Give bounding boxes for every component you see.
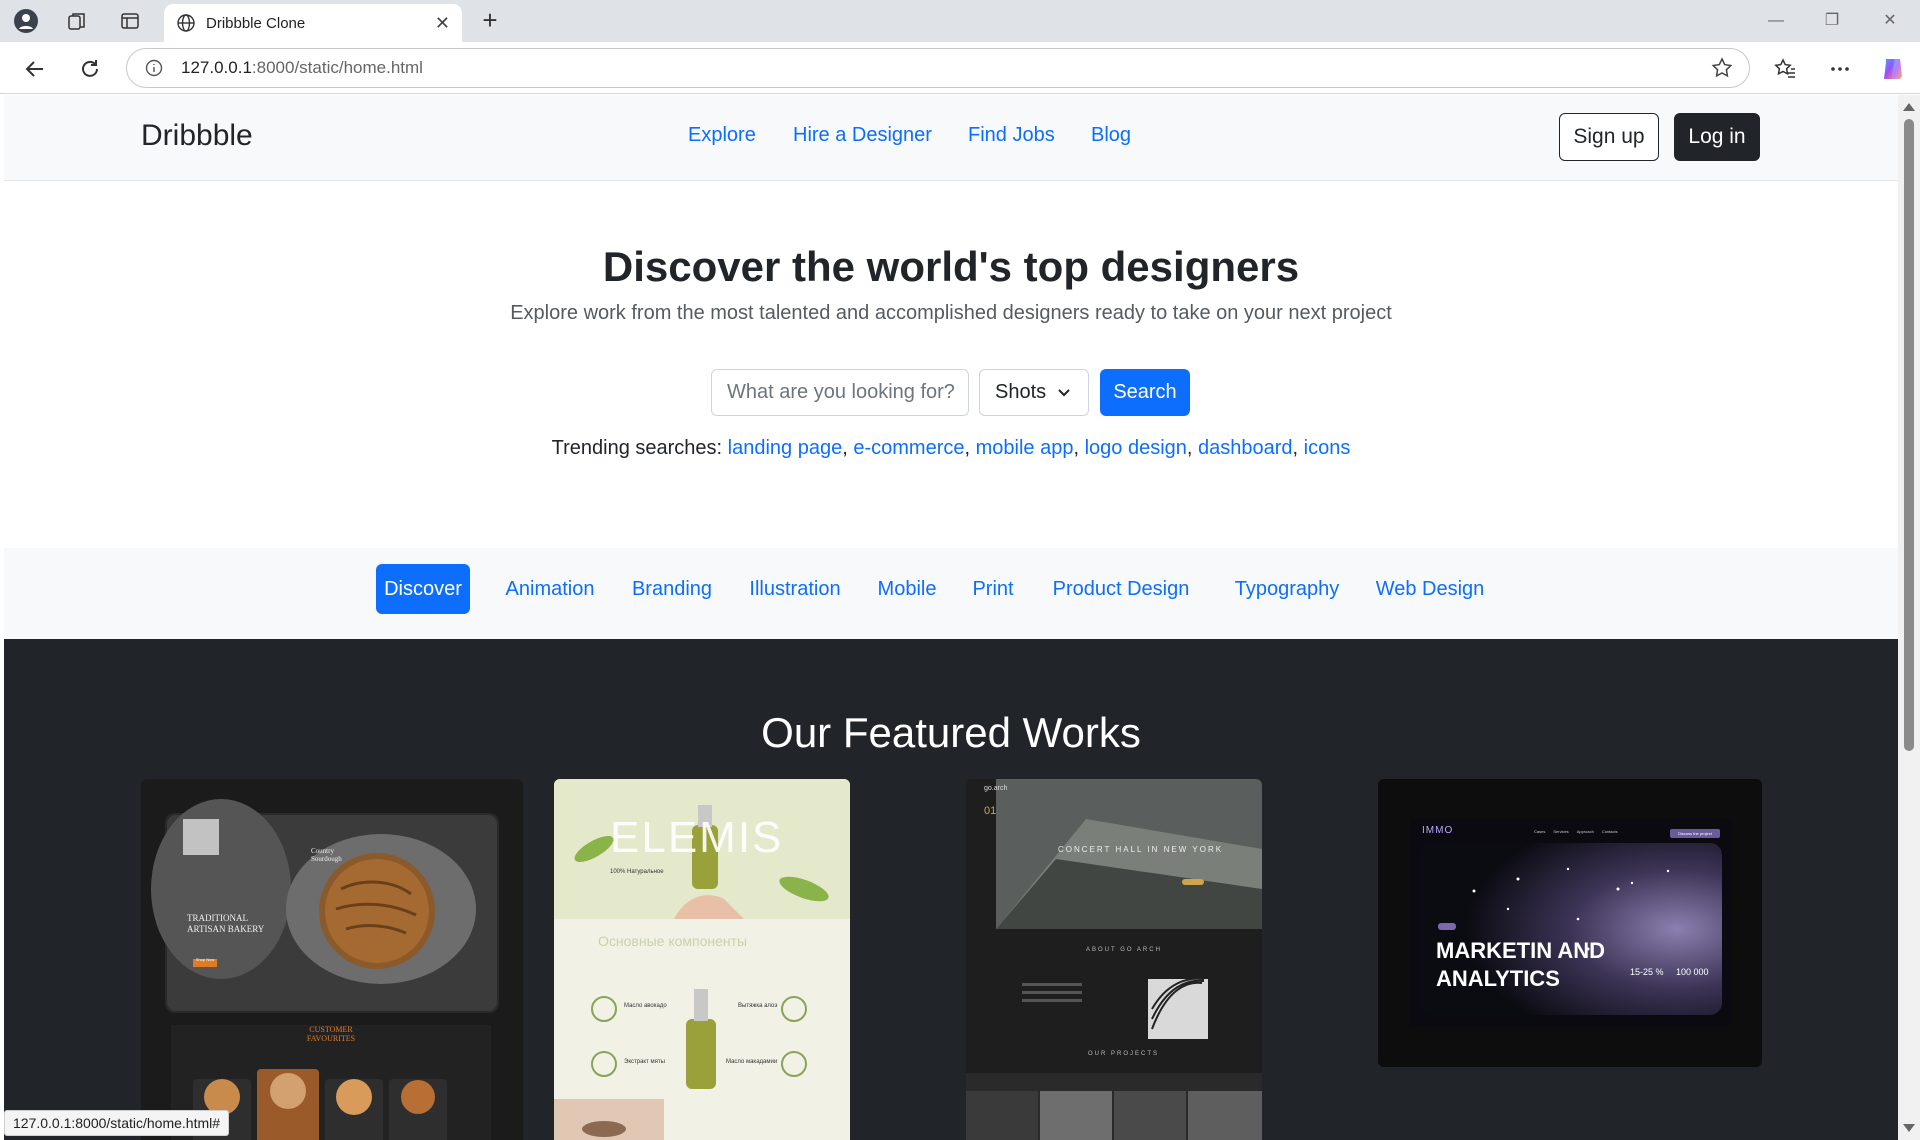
globe-icon: [177, 14, 195, 32]
nav-explore[interactable]: Explore: [688, 124, 756, 147]
hero-subtitle: Explore work from the most talented and …: [510, 302, 1392, 324]
search-type-value: Shots: [995, 381, 1047, 403]
nav-blog[interactable]: Blog: [1091, 124, 1131, 147]
back-icon[interactable]: [20, 54, 50, 84]
trending-link[interactable]: dashboard: [1198, 437, 1293, 459]
featured-card-bakery[interactable]: TRADITIONAL ARTISAN BAKERY Country Sourd…: [141, 779, 523, 1140]
copilot-icon[interactable]: [1878, 54, 1908, 84]
scrollbar-thumb[interactable]: [1904, 119, 1914, 751]
bakery-heading: TRADITIONAL ARTISAN BAKERY: [187, 913, 265, 934]
bakery-section-title: CUSTOMER FAVOURITES: [306, 1025, 356, 1043]
elemis-headline: 100% Натуральное: [610, 869, 664, 875]
featured-section: Our Featured Works TRADITIONAL ARTISAN B…: [4, 639, 1898, 1140]
immo-menu-item: Contacts: [1601, 829, 1618, 834]
trending-link[interactable]: landing page: [728, 437, 843, 459]
elemis-item: Экстракт мяты: [624, 1059, 665, 1065]
category-illustration[interactable]: Illustration: [736, 564, 854, 614]
sign-up-button[interactable]: Sign up: [1559, 113, 1659, 161]
nav-find-jobs[interactable]: Find Jobs: [968, 124, 1055, 147]
search-type-select[interactable]: Shots: [979, 369, 1089, 416]
immo-menu-item: Services: [1553, 829, 1569, 834]
immo-stat-1: 15-25 %: [1630, 967, 1664, 977]
featured-title: Our Featured Works: [761, 709, 1141, 756]
favorite-star-icon[interactable]: [1711, 57, 1733, 79]
elemis-item: Масло макадамии: [726, 1059, 778, 1065]
close-tab-icon[interactable]: ✕: [435, 13, 450, 34]
url-text: 127.0.0.1:8000/static/home.html: [181, 58, 423, 77]
elemis-brand: ELEMIS: [610, 813, 784, 862]
goarch-thumbnail: [966, 779, 1262, 1140]
collections-icon[interactable]: [63, 7, 91, 35]
trending-link[interactable]: icons: [1304, 437, 1351, 459]
category-branding[interactable]: Branding: [622, 564, 722, 614]
immo-thumbnail: [1378, 779, 1762, 1067]
trending-link[interactable]: e-commerce: [853, 437, 964, 459]
nav-hire-designer[interactable]: Hire a Designer: [793, 124, 932, 147]
info-icon[interactable]: [145, 59, 163, 77]
browser-toolbar: 127.0.0.1:8000/static/home.html: [0, 42, 1920, 94]
immo-cta: Discuss the project: [1678, 831, 1712, 836]
bakery-shop-button: Shop Now: [195, 957, 215, 962]
elemis-section-title: Основные компоненты: [598, 933, 748, 949]
immo-stat-2: 100 000: [1676, 967, 1709, 977]
hero-title: Discover the world's top designers: [602, 243, 1300, 290]
site-navbar: Dribbble Explore Hire a Designer Find Jo…: [4, 95, 1898, 181]
scroll-down-arrow-icon[interactable]: [1903, 1124, 1915, 1132]
elemis-item: Вытяжка алоэ: [738, 1003, 778, 1009]
more-options-icon[interactable]: [1825, 54, 1855, 84]
immo-menu-item: Cases: [1534, 829, 1546, 834]
category-discover[interactable]: Discover: [376, 564, 470, 614]
new-tab-button[interactable]: +: [476, 7, 504, 35]
category-print[interactable]: Print: [961, 564, 1025, 614]
goarch-number: 01: [984, 805, 997, 817]
page-scrollbar[interactable]: [1898, 95, 1920, 1140]
search-input[interactable]: What are you looking for?: [711, 369, 969, 416]
category-animation[interactable]: Animation: [490, 564, 610, 614]
category-web-design[interactable]: Web Design: [1365, 564, 1495, 614]
category-product-design[interactable]: Product Design: [1036, 564, 1206, 614]
goarch-brand: go.arch: [984, 785, 1008, 792]
featured-card-goarch[interactable]: go.arch 01 CONCERT HALL IN NEW YORK ABOU…: [966, 779, 1262, 1140]
immo-headline: MARKETIN AND ANALYTICS: [1436, 938, 1606, 991]
scroll-up-arrow-icon[interactable]: [1903, 103, 1915, 111]
goarch-headline: CONCERT HALL IN NEW YORK: [1058, 845, 1224, 854]
immo-menu-item: Approach: [1576, 829, 1594, 834]
search-placeholder: What are you looking for?: [727, 381, 955, 403]
favorites-icon[interactable]: [1770, 54, 1800, 84]
profile-icon[interactable]: [12, 7, 40, 35]
category-mobile[interactable]: Mobile: [866, 564, 948, 614]
chevron-down-icon: [1058, 389, 1070, 397]
page-viewport: Dribbble Explore Hire a Designer Find Jo…: [4, 95, 1898, 1140]
minimize-icon[interactable]: —: [1756, 8, 1796, 34]
trending-label: Trending searches:: [551, 437, 723, 459]
active-tab[interactable]: Dribbble Clone ✕: [164, 4, 462, 42]
status-bar-url: 127.0.0.1:8000/static/home.html#: [4, 1110, 230, 1136]
close-window-icon[interactable]: ✕: [1870, 8, 1910, 34]
immo-menu: Cases Services Approach Contacts: [1534, 829, 1618, 834]
trending-link[interactable]: mobile app: [976, 437, 1074, 459]
featured-card-immo[interactable]: IMMO Cases Services Approach Contacts Di…: [1378, 779, 1762, 1067]
featured-card-elemis[interactable]: ELEMIS 100% Натуральное Основные компоне…: [554, 779, 850, 1140]
tab-title: Dribbble Clone: [206, 14, 306, 32]
bakery-side-title: Country Sourdough: [311, 847, 342, 863]
goarch-about: ABOUT GO ARCH: [1086, 947, 1162, 953]
log-in-button[interactable]: Log in: [1674, 113, 1760, 161]
category-nav: Discover Animation Branding Illustration…: [4, 548, 1898, 639]
immo-brand: IMMO: [1422, 825, 1454, 836]
goarch-projects: OUR PROJECTS: [1088, 1051, 1160, 1057]
restore-icon[interactable]: ❐: [1812, 8, 1852, 34]
elemis-item: Масло авокадо: [624, 1003, 667, 1009]
reload-icon[interactable]: [75, 54, 105, 84]
trending-link[interactable]: logo design: [1085, 437, 1187, 459]
trending-searches: Trending searches: landing page, e-comme…: [551, 437, 1351, 459]
search-button[interactable]: Search: [1100, 369, 1190, 416]
category-typography[interactable]: Typography: [1219, 564, 1355, 614]
address-bar[interactable]: 127.0.0.1:8000/static/home.html: [126, 48, 1750, 88]
vertical-tabs-icon[interactable]: [116, 7, 144, 35]
browser-tab-bar: Dribbble Clone ✕ + — ❐ ✕: [0, 0, 1920, 42]
brand-logo[interactable]: Dribbble: [141, 119, 253, 153]
